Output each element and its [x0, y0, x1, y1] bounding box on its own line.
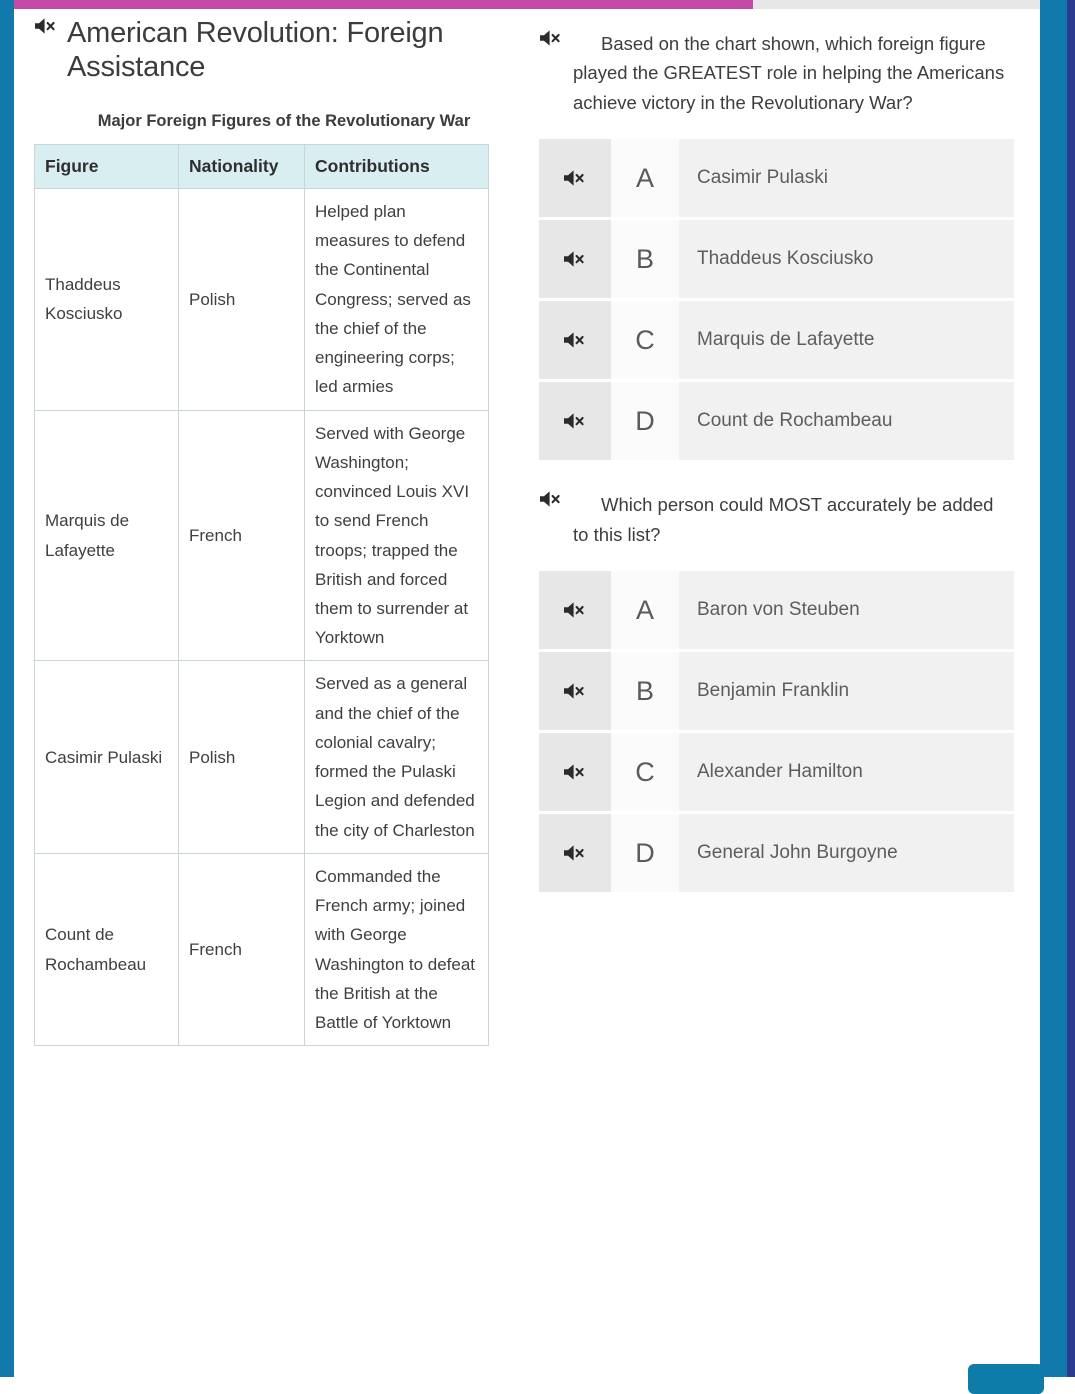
cell-nationality: Polish [178, 660, 305, 854]
cell-figure: Count de Rochambeau [34, 852, 179, 1047]
table-row: Marquis de Lafayette French Served with … [34, 409, 489, 662]
table-row: Count de Rochambeau French Commanded the… [34, 852, 489, 1047]
muted-speaker-icon[interactable] [563, 169, 588, 187]
content-column-right: Based on the chart shown, which foreign … [539, 29, 1014, 900]
option-letter: D [611, 382, 679, 461]
muted-speaker-icon[interactable] [563, 412, 588, 430]
cell-figure: Marquis de Lafayette [34, 409, 179, 662]
content-column-left: American Revolution: Foreign Assistance … [34, 17, 534, 1047]
cell-figure: Thaddeus Kosciusko [34, 187, 179, 411]
option-letter: A [611, 139, 679, 218]
table-row: Thaddeus Kosciusko Polish Helped plan me… [34, 187, 489, 411]
table-header-row: Figure Nationality Contributions [34, 143, 489, 189]
cell-figure: Casimir Pulaski [34, 660, 179, 854]
cell-contributions: Served as a general and the chief of the… [304, 660, 489, 854]
option-letter: C [611, 733, 679, 812]
option-label: Marquis de Lafayette [697, 329, 875, 351]
option-letter: B [611, 652, 679, 731]
cell-contributions: Helped plan measures to defend the Conti… [304, 187, 489, 411]
question-text-2: Which person could MOST accurately be ad… [573, 494, 994, 545]
option-speaker-button[interactable] [539, 733, 611, 812]
muted-speaker-icon[interactable] [563, 601, 588, 619]
option-speaker-button[interactable] [539, 301, 611, 380]
option-speaker-button[interactable] [539, 571, 611, 650]
answer-option-d[interactable]: D Count de Rochambeau [539, 382, 1014, 461]
question-block-2: Which person could MOST accurately be ad… [539, 490, 1014, 893]
page-title-row: American Revolution: Foreign Assistance [34, 17, 534, 85]
option-letter: A [611, 571, 679, 650]
answer-option-c[interactable]: C Alexander Hamilton [539, 733, 1014, 812]
cell-contributions: Served with George Washington; convinced… [304, 409, 489, 662]
table-caption: Major Foreign Figures of the Revolutiona… [97, 111, 471, 130]
answer-option-d[interactable]: D General John Burgoyne [539, 814, 1014, 893]
question-text-1: Based on the chart shown, which foreign … [573, 33, 1005, 113]
muted-speaker-icon[interactable] [563, 682, 588, 700]
answer-options-2: A Baron von Steuben B Benjamin Franklin [539, 571, 1014, 893]
muted-speaker-icon[interactable] [563, 250, 588, 268]
answer-option-b[interactable]: B Thaddeus Kosciusko [539, 220, 1014, 299]
next-button[interactable] [968, 1364, 1044, 1394]
option-speaker-button[interactable] [539, 139, 611, 218]
cell-nationality: French [178, 409, 305, 662]
option-label: Casimir Pulaski [697, 167, 828, 189]
column-header-nationality: Nationality [178, 143, 305, 189]
muted-speaker-icon[interactable] [563, 844, 588, 862]
page-title: American Revolution: Foreign Assistance [67, 17, 444, 83]
cell-nationality: Polish [178, 187, 305, 411]
option-speaker-button[interactable] [539, 652, 611, 731]
option-letter: C [611, 301, 679, 380]
muted-speaker-icon[interactable] [563, 331, 588, 349]
answer-option-b[interactable]: B Benjamin Franklin [539, 652, 1014, 731]
column-header-contributions: Contributions [304, 143, 489, 189]
answer-option-a[interactable]: A Baron von Steuben [539, 571, 1014, 650]
option-label: General John Burgoyne [697, 842, 898, 864]
option-label: Baron von Steuben [697, 599, 860, 621]
right-blue-rail [1040, 0, 1067, 1377]
muted-speaker-icon[interactable] [34, 17, 59, 35]
option-label: Thaddeus Kosciusko [697, 248, 874, 270]
right-navy-edge [1067, 0, 1075, 1377]
cell-contributions: Commanded the French army; joined with G… [304, 852, 489, 1047]
column-header-figure: Figure [34, 143, 179, 189]
muted-speaker-icon[interactable] [539, 29, 564, 47]
question-block-1: Based on the chart shown, which foreign … [539, 29, 1014, 461]
option-label: Alexander Hamilton [697, 761, 863, 783]
foreign-figures-table: Figure Nationality Contributions Thaddeu… [34, 143, 489, 1047]
option-label: Count de Rochambeau [697, 410, 893, 432]
option-speaker-button[interactable] [539, 220, 611, 299]
answer-option-c[interactable]: C Marquis de Lafayette [539, 301, 1014, 380]
option-letter: D [611, 814, 679, 893]
lesson-progress-fill [14, 0, 753, 9]
question-prompt-row-2: Which person could MOST accurately be ad… [539, 490, 1014, 549]
muted-speaker-icon[interactable] [539, 490, 564, 508]
option-letter: B [611, 220, 679, 299]
cell-nationality: French [178, 852, 305, 1047]
answer-options-1: A Casimir Pulaski B Thaddeus Kosciusko C… [539, 139, 1014, 461]
muted-speaker-icon[interactable] [563, 763, 588, 781]
lesson-progress-bar [14, 0, 1040, 9]
option-label: Benjamin Franklin [697, 680, 850, 702]
answer-option-a[interactable]: A Casimir Pulaski [539, 139, 1014, 218]
question-prompt-row-1: Based on the chart shown, which foreign … [539, 29, 1014, 117]
option-speaker-button[interactable] [539, 382, 611, 461]
table-row: Casimir Pulaski Polish Served as a gener… [34, 660, 489, 854]
option-speaker-button[interactable] [539, 814, 611, 893]
lesson-page: American Revolution: Foreign Assistance … [14, 9, 1040, 1377]
left-blue-rail [0, 0, 14, 1377]
